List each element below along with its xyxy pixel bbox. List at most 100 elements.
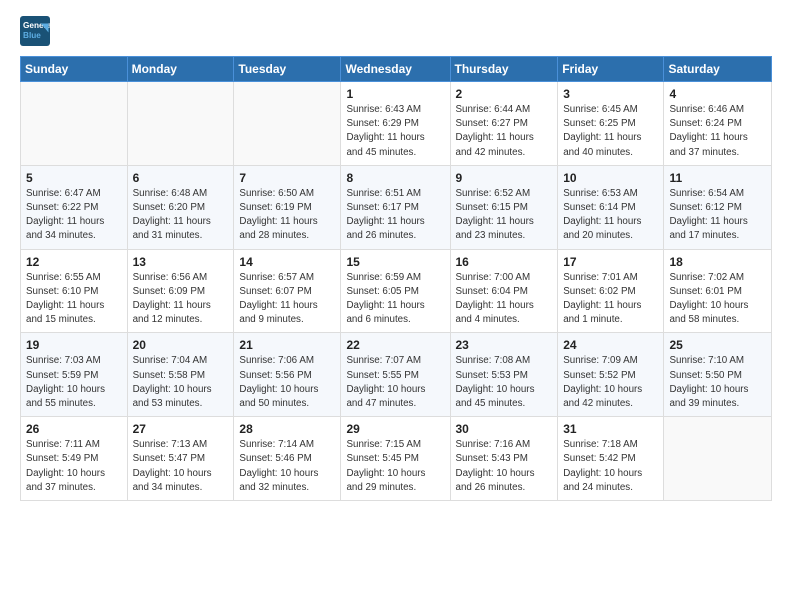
day-info: Sunrise: 7:10 AM Sunset: 5:50 PM Dayligh…: [669, 354, 766, 411]
day-number: 21: [239, 338, 335, 352]
day-info: Sunrise: 7:03 AM Sunset: 5:59 PM Dayligh…: [26, 354, 122, 411]
day-info: Sunrise: 7:09 AM Sunset: 5:52 PM Dayligh…: [563, 354, 658, 411]
day-number: 6: [133, 171, 229, 185]
day-info: Sunrise: 6:59 AM Sunset: 6:05 PM Dayligh…: [346, 271, 444, 328]
day-info: Sunrise: 7:11 AM Sunset: 5:49 PM Dayligh…: [26, 438, 122, 495]
calendar-cell: 8 Sunrise: 6:51 AM Sunset: 6:17 PM Daylig…: [341, 165, 450, 249]
svg-text:Blue: Blue: [23, 31, 41, 40]
day-info: Sunrise: 6:56 AM Sunset: 6:09 PM Dayligh…: [133, 271, 229, 328]
day-number: 27: [133, 422, 229, 436]
calendar-cell: 31Sunrise: 7:18 AM Sunset: 5:42 PM Dayli…: [558, 417, 664, 501]
weekday-header-row: SundayMondayTuesdayWednesdayThursdayFrid…: [21, 57, 772, 82]
day-number: 20: [133, 338, 229, 352]
day-info: Sunrise: 6:47 AM Sunset: 6:22 PM Dayligh…: [26, 187, 122, 244]
calendar-week-4: 19 Sunrise: 7:03 AM Sunset: 5:59 PM Dayli…: [21, 333, 772, 417]
day-info: Sunrise: 7:18 AM Sunset: 5:42 PM Dayligh…: [563, 438, 658, 495]
day-number: 30: [456, 422, 553, 436]
day-number: 28: [239, 422, 335, 436]
page: General Blue SundayMondayTuesdayWednesda…: [0, 0, 792, 612]
day-number: 11: [669, 171, 766, 185]
weekday-header-saturday: Saturday: [664, 57, 772, 82]
day-number: 17: [563, 255, 658, 269]
day-info: Sunrise: 6:50 AM Sunset: 6:19 PM Dayligh…: [239, 187, 335, 244]
day-info: Sunrise: 6:51 AM Sunset: 6:17 PM Dayligh…: [346, 187, 444, 244]
day-info: Sunrise: 6:44 AM Sunset: 6:27 PM Dayligh…: [456, 103, 553, 160]
day-info: Sunrise: 7:06 AM Sunset: 5:56 PM Dayligh…: [239, 354, 335, 411]
day-number: 3: [563, 87, 658, 101]
calendar-cell: 4 Sunrise: 6:46 AM Sunset: 6:24 PM Daylig…: [664, 82, 772, 166]
day-info: Sunrise: 6:52 AM Sunset: 6:15 PM Dayligh…: [456, 187, 553, 244]
calendar-cell: 17 Sunrise: 7:01 AM Sunset: 6:02 PM Dayli…: [558, 249, 664, 333]
calendar-cell: [21, 82, 128, 166]
calendar-cell: 15Sunrise: 6:59 AM Sunset: 6:05 PM Dayli…: [341, 249, 450, 333]
calendar-cell: 1Sunrise: 6:43 AM Sunset: 6:29 PM Daylig…: [341, 82, 450, 166]
calendar-cell: 13 Sunrise: 6:56 AM Sunset: 6:09 PM Dayli…: [127, 249, 234, 333]
calendar-cell: 25 Sunrise: 7:10 AM Sunset: 5:50 PM Dayli…: [664, 333, 772, 417]
calendar-cell: 2Sunrise: 6:44 AM Sunset: 6:27 PM Daylig…: [450, 82, 558, 166]
day-number: 26: [26, 422, 122, 436]
day-number: 25: [669, 338, 766, 352]
day-info: Sunrise: 7:16 AM Sunset: 5:43 PM Dayligh…: [456, 438, 553, 495]
day-info: Sunrise: 6:55 AM Sunset: 6:10 PM Dayligh…: [26, 271, 122, 328]
day-number: 29: [346, 422, 444, 436]
day-info: Sunrise: 7:01 AM Sunset: 6:02 PM Dayligh…: [563, 271, 658, 328]
calendar-cell: 5 Sunrise: 6:47 AM Sunset: 6:22 PM Daylig…: [21, 165, 128, 249]
calendar-cell: 20 Sunrise: 7:04 AM Sunset: 5:58 PM Dayli…: [127, 333, 234, 417]
calendar-week-1: 1Sunrise: 6:43 AM Sunset: 6:29 PM Daylig…: [21, 82, 772, 166]
day-info: Sunrise: 6:53 AM Sunset: 6:14 PM Dayligh…: [563, 187, 658, 244]
weekday-header-sunday: Sunday: [21, 57, 128, 82]
calendar-cell: [664, 417, 772, 501]
calendar-cell: 16Sunrise: 7:00 AM Sunset: 6:04 PM Dayli…: [450, 249, 558, 333]
calendar-cell: 12Sunrise: 6:55 AM Sunset: 6:10 PM Dayli…: [21, 249, 128, 333]
calendar-cell: 24Sunrise: 7:09 AM Sunset: 5:52 PM Dayli…: [558, 333, 664, 417]
calendar-table: SundayMondayTuesdayWednesdayThursdayFrid…: [20, 56, 772, 501]
header: General Blue: [20, 16, 772, 46]
logo: General Blue: [20, 16, 50, 46]
day-number: 22: [346, 338, 444, 352]
calendar-cell: 11 Sunrise: 6:54 AM Sunset: 6:12 PM Dayli…: [664, 165, 772, 249]
day-info: Sunrise: 7:07 AM Sunset: 5:55 PM Dayligh…: [346, 354, 444, 411]
logo-icon: General Blue: [20, 16, 50, 46]
day-number: 7: [239, 171, 335, 185]
day-info: Sunrise: 6:45 AM Sunset: 6:25 PM Dayligh…: [563, 103, 658, 160]
weekday-header-wednesday: Wednesday: [341, 57, 450, 82]
day-info: Sunrise: 7:04 AM Sunset: 5:58 PM Dayligh…: [133, 354, 229, 411]
calendar-cell: 23 Sunrise: 7:08 AM Sunset: 5:53 PM Dayli…: [450, 333, 558, 417]
day-info: Sunrise: 7:08 AM Sunset: 5:53 PM Dayligh…: [456, 354, 553, 411]
calendar-cell: 30 Sunrise: 7:16 AM Sunset: 5:43 PM Dayli…: [450, 417, 558, 501]
calendar-cell: 14Sunrise: 6:57 AM Sunset: 6:07 PM Dayli…: [234, 249, 341, 333]
day-number: 14: [239, 255, 335, 269]
calendar-cell: [127, 82, 234, 166]
weekday-header-friday: Friday: [558, 57, 664, 82]
day-info: Sunrise: 6:54 AM Sunset: 6:12 PM Dayligh…: [669, 187, 766, 244]
calendar-cell: 9 Sunrise: 6:52 AM Sunset: 6:15 PM Daylig…: [450, 165, 558, 249]
weekday-header-monday: Monday: [127, 57, 234, 82]
weekday-header-tuesday: Tuesday: [234, 57, 341, 82]
calendar-cell: 26 Sunrise: 7:11 AM Sunset: 5:49 PM Dayli…: [21, 417, 128, 501]
day-info: Sunrise: 7:13 AM Sunset: 5:47 PM Dayligh…: [133, 438, 229, 495]
day-number: 23: [456, 338, 553, 352]
day-number: 9: [456, 171, 553, 185]
calendar-cell: 28Sunrise: 7:14 AM Sunset: 5:46 PM Dayli…: [234, 417, 341, 501]
calendar-cell: 18 Sunrise: 7:02 AM Sunset: 6:01 PM Dayli…: [664, 249, 772, 333]
day-number: 13: [133, 255, 229, 269]
calendar-cell: 7 Sunrise: 6:50 AM Sunset: 6:19 PM Daylig…: [234, 165, 341, 249]
day-number: 19: [26, 338, 122, 352]
calendar-cell: 6 Sunrise: 6:48 AM Sunset: 6:20 PM Daylig…: [127, 165, 234, 249]
day-number: 1: [346, 87, 444, 101]
calendar-cell: 27 Sunrise: 7:13 AM Sunset: 5:47 PM Dayli…: [127, 417, 234, 501]
day-info: Sunrise: 7:02 AM Sunset: 6:01 PM Dayligh…: [669, 271, 766, 328]
calendar-cell: 22 Sunrise: 7:07 AM Sunset: 5:55 PM Dayli…: [341, 333, 450, 417]
calendar-cell: 3 Sunrise: 6:45 AM Sunset: 6:25 PM Daylig…: [558, 82, 664, 166]
calendar-cell: 29Sunrise: 7:15 AM Sunset: 5:45 PM Dayli…: [341, 417, 450, 501]
day-info: Sunrise: 6:48 AM Sunset: 6:20 PM Dayligh…: [133, 187, 229, 244]
day-info: Sunrise: 6:46 AM Sunset: 6:24 PM Dayligh…: [669, 103, 766, 160]
day-number: 8: [346, 171, 444, 185]
day-number: 18: [669, 255, 766, 269]
day-number: 4: [669, 87, 766, 101]
calendar-cell: 10 Sunrise: 6:53 AM Sunset: 6:14 PM Dayli…: [558, 165, 664, 249]
calendar-week-5: 26 Sunrise: 7:11 AM Sunset: 5:49 PM Dayli…: [21, 417, 772, 501]
day-number: 5: [26, 171, 122, 185]
weekday-header-thursday: Thursday: [450, 57, 558, 82]
day-number: 10: [563, 171, 658, 185]
